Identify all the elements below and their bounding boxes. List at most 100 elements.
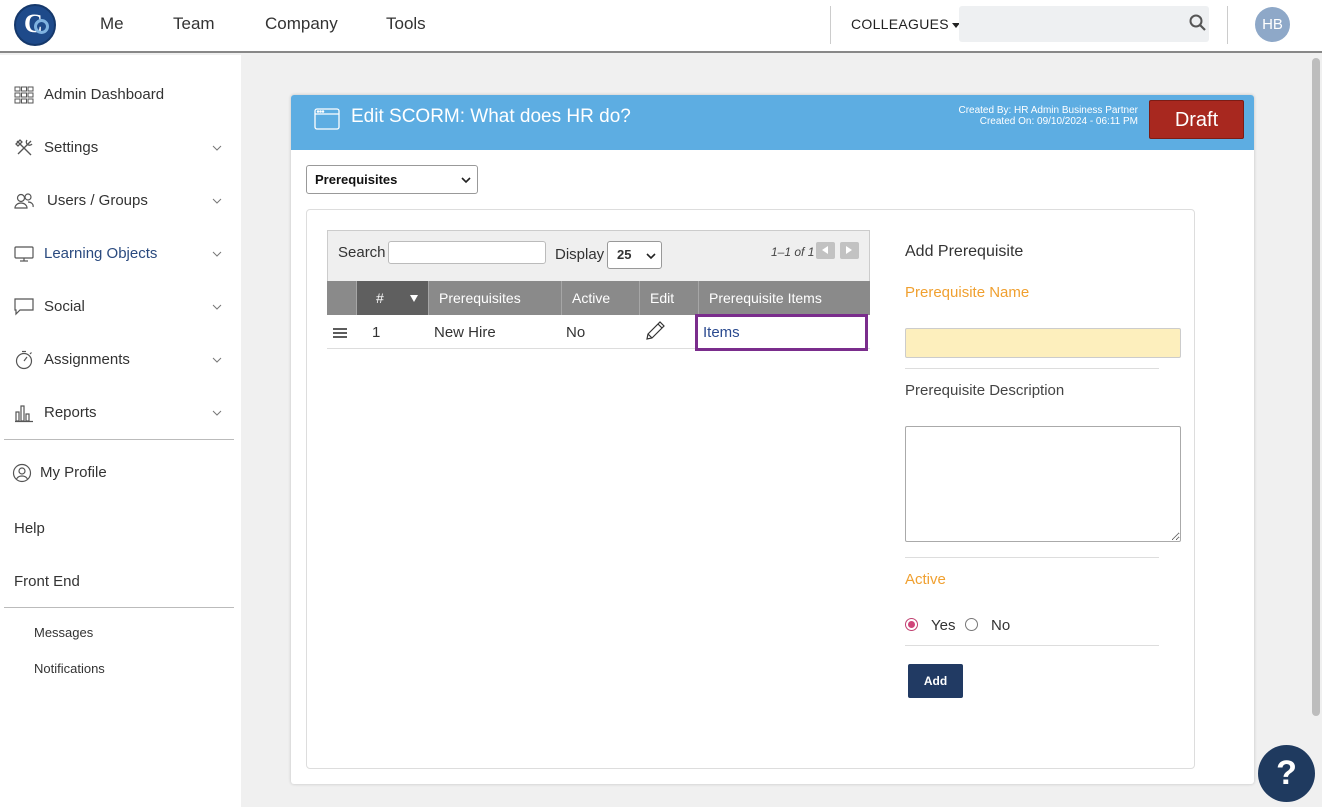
sidebar-item-help[interactable]: Help [14, 520, 45, 537]
items-link-label: Items [703, 324, 740, 341]
sidebar: Admin Dashboard Settings Users / Groups … [0, 55, 241, 807]
nav-company[interactable]: Company [265, 14, 338, 34]
sidebar-item-social[interactable]: Social [0, 292, 241, 322]
divider [905, 557, 1159, 558]
active-no-radio[interactable] [965, 618, 978, 631]
monitor-icon [14, 246, 34, 262]
sidebar-item-label: My Profile [40, 464, 107, 481]
sidebar-item-messages[interactable]: Messages [34, 625, 93, 640]
column-header-handle [327, 281, 357, 315]
table-search-input[interactable] [388, 241, 546, 264]
sidebar-item-my-profile[interactable]: My Profile [0, 458, 241, 488]
nav-tools[interactable]: Tools [386, 14, 426, 34]
section-select-value: Prerequisites [315, 172, 398, 187]
divider [830, 6, 831, 44]
display-count-value: 25 [617, 247, 632, 262]
active-yes-radio[interactable] [905, 618, 918, 631]
drag-handle-icon[interactable] [333, 328, 347, 338]
active-no-label: No [991, 617, 1011, 634]
bar-chart-icon [15, 405, 33, 423]
chevron-down-icon[interactable] [212, 196, 222, 206]
add-button[interactable]: Add [908, 664, 963, 698]
nav-team[interactable]: Team [173, 14, 215, 34]
sidebar-item-admin-dashboard[interactable]: Admin Dashboard [0, 80, 241, 110]
triangle-right-icon [846, 246, 852, 254]
pencil-icon[interactable] [644, 320, 666, 342]
search-icon[interactable] [1189, 14, 1206, 31]
prerequisite-items-link[interactable]: Items [695, 314, 868, 351]
prerequisite-description-label: Prerequisite Description [905, 382, 1065, 399]
colleagues-label: COLLEAGUES [851, 16, 949, 32]
nav-me[interactable]: Me [100, 14, 124, 34]
column-header-number[interactable]: # [357, 281, 429, 315]
chevron-down-icon[interactable] [212, 249, 222, 259]
top-bar: C Me Team Company Tools COLLEAGUES HB [0, 0, 1322, 53]
chevron-down-icon[interactable] [212, 143, 222, 153]
sidebar-item-learning-objects[interactable]: Learning Objects [0, 239, 241, 269]
edit-scorm-card: Edit SCORM: What does HR do? Created By:… [291, 95, 1254, 784]
scrollbar-thumb[interactable] [1312, 58, 1320, 716]
user-circle-icon [12, 463, 32, 483]
sidebar-item-label: Settings [44, 139, 99, 156]
column-header-prerequisites[interactable]: Prerequisites [429, 281, 562, 315]
avatar[interactable]: HB [1255, 7, 1290, 42]
sidebar-item-notifications[interactable]: Notifications [34, 661, 105, 676]
sidebar-item-label: Users / Groups [47, 192, 148, 209]
active-yes-label: Yes [931, 617, 956, 634]
prerequisites-panel: Search Display 25 1–1 of 1 # Prerequisit… [306, 209, 1195, 769]
sidebar-item-label: Assignments [44, 351, 130, 368]
grid-icon [14, 86, 34, 104]
chat-bubble-icon [14, 298, 34, 316]
divider [4, 607, 234, 608]
prev-page-button[interactable] [816, 242, 835, 259]
chevron-down-icon[interactable] [212, 355, 222, 365]
sidebar-item-reports[interactable]: Reports [0, 398, 241, 428]
section-select[interactable]: Prerequisites [306, 165, 478, 194]
draft-status-button[interactable]: Draft [1149, 100, 1244, 139]
users-icon [14, 193, 34, 209]
divider [905, 368, 1159, 369]
sidebar-item-label: Learning Objects [44, 245, 158, 262]
row-prerequisite-name: New Hire [434, 324, 496, 341]
sidebar-item-label: Admin Dashboard [44, 86, 165, 103]
colleagues-dropdown[interactable]: COLLEAGUES [851, 16, 960, 32]
sidebar-item-settings[interactable]: Settings [0, 133, 241, 163]
divider [4, 439, 234, 440]
sidebar-item-users-groups[interactable]: Users / Groups [0, 186, 241, 216]
prerequisite-description-textarea[interactable] [905, 426, 1181, 542]
display-count-select[interactable]: 25 [607, 241, 662, 269]
logo[interactable]: C [14, 4, 56, 46]
help-button[interactable]: ? [1258, 745, 1315, 802]
table-row: 1 New Hire No Items [327, 314, 870, 351]
created-on: Created On: 09/10/2024 - 06:11 PM [979, 116, 1138, 127]
prerequisite-name-input[interactable] [905, 328, 1181, 358]
column-header-prerequisite-items: Prerequisite Items [709, 290, 822, 306]
card-header: Edit SCORM: What does HR do? Created By:… [291, 95, 1254, 150]
chevron-down-icon[interactable] [212, 302, 222, 312]
page-title: Edit SCORM: What does HR do? [351, 106, 631, 127]
column-header-label: # [376, 290, 384, 306]
stopwatch-icon [15, 350, 33, 370]
search-label: Search [338, 244, 386, 261]
created-by: Created By: HR Admin Business Partner [958, 105, 1138, 116]
row-active: No [566, 324, 586, 341]
prerequisite-name-label: Prerequisite Name [905, 284, 1030, 301]
window-icon [314, 108, 340, 130]
active-label: Active [905, 571, 946, 588]
divider [1227, 6, 1228, 44]
sidebar-item-assignments[interactable]: Assignments [0, 345, 241, 375]
table-header: # Prerequisites Active Edit Prerequisite… [327, 281, 870, 315]
tools-icon [15, 139, 33, 156]
display-label: Display [555, 246, 605, 263]
divider [905, 645, 1159, 646]
sidebar-item-label: Reports [44, 404, 97, 421]
chevron-down-icon[interactable] [212, 408, 222, 418]
chevron-down-icon [646, 253, 656, 260]
sort-desc-icon [410, 295, 418, 302]
created-meta: Created By: HR Admin Business Partner Cr… [958, 105, 1138, 127]
column-header-active[interactable]: Active [562, 281, 640, 315]
search-input[interactable] [959, 6, 1209, 42]
next-page-button[interactable] [840, 242, 859, 259]
column-header-edit: Edit [640, 281, 699, 315]
sidebar-item-front-end[interactable]: Front End [14, 573, 80, 590]
